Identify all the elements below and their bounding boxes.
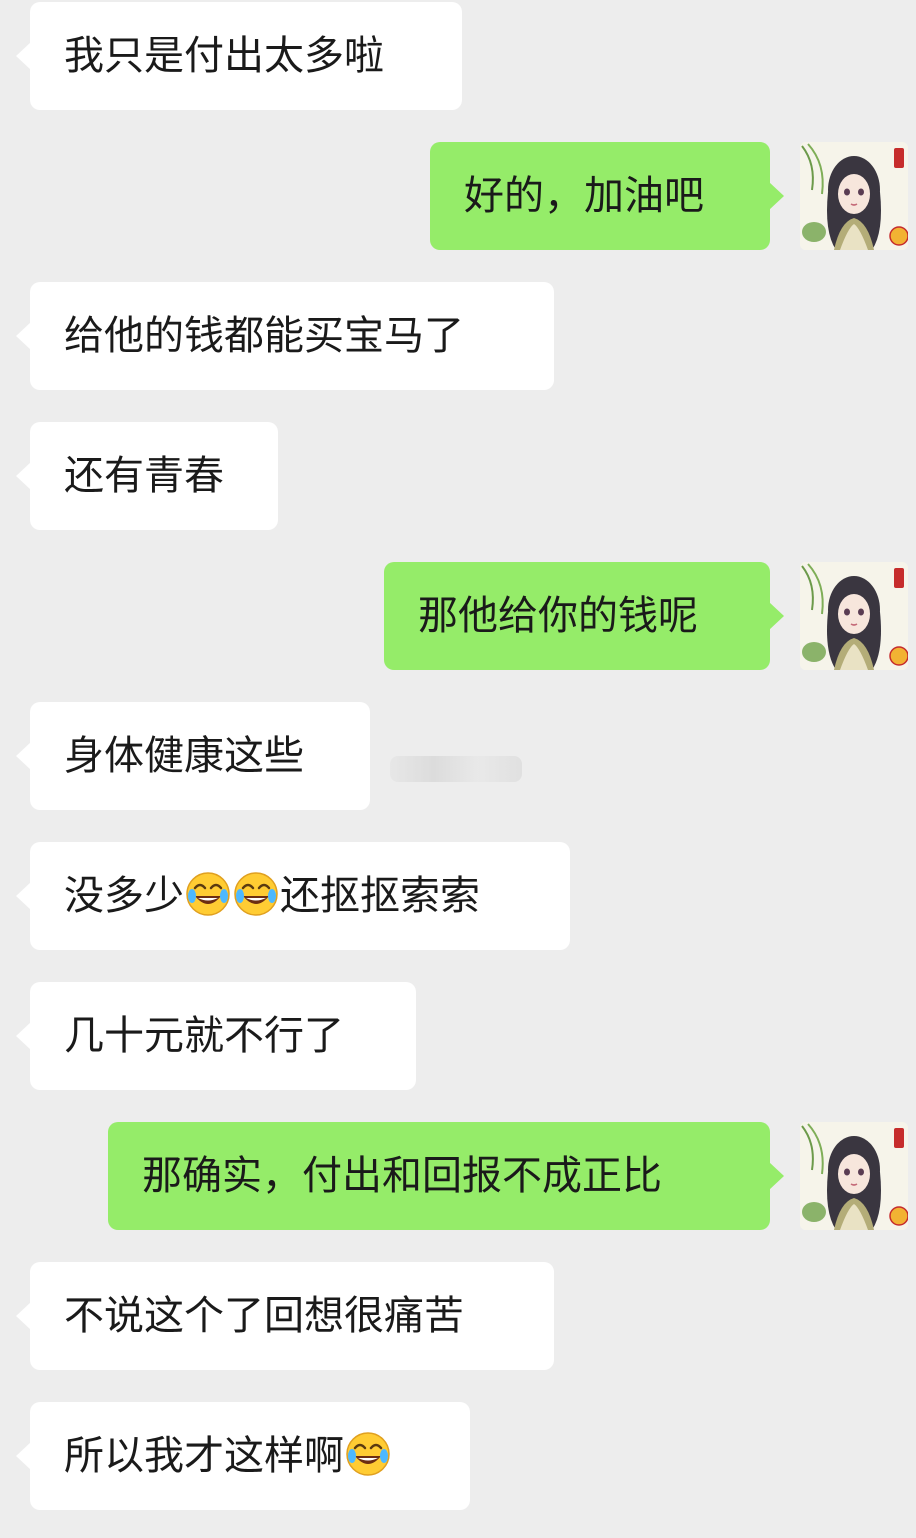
- message-text: 那他给你的钱呢: [418, 593, 698, 639]
- message-text: 给他的钱都能买宝马了: [64, 313, 464, 359]
- tears-of-joy-emoji: [186, 872, 230, 916]
- tears-of-joy-emoji: [234, 872, 278, 916]
- incoming-message-bubble[interactable]: 所以我才这样啊: [16, 1402, 470, 1510]
- message-text: 身体健康这些: [64, 733, 304, 779]
- message-text: 还有青春: [64, 453, 224, 499]
- incoming-message-bubble[interactable]: 我只是付出太多啦: [16, 2, 462, 110]
- tears-of-joy-emoji: [346, 1432, 390, 1476]
- incoming-message-bubble[interactable]: 不说这个了回想很痛苦: [16, 1262, 554, 1370]
- outgoing-message-bubble[interactable]: 那确实，付出和回报不成正比: [108, 1122, 784, 1230]
- incoming-message-bubble[interactable]: 没多少 还抠抠索索: [16, 842, 570, 950]
- message-text: 所以我才这样啊: [64, 1433, 344, 1479]
- incoming-message-bubble[interactable]: 几十元就不行了: [16, 982, 416, 1090]
- blurred-watermark: [390, 756, 522, 782]
- message-text: 好的，加油吧: [464, 173, 704, 219]
- woman-illustration-avatar[interactable]: [800, 142, 908, 250]
- message-text: 没多少: [64, 873, 184, 919]
- message-text: 几十元就不行了: [64, 1013, 344, 1059]
- message-text: 还抠抠索索: [280, 873, 480, 919]
- incoming-message-bubble[interactable]: 还有青春: [16, 422, 278, 530]
- message-text: 不说这个了回想很痛苦: [64, 1293, 464, 1339]
- incoming-message-bubble[interactable]: 身体健康这些: [16, 702, 370, 810]
- message-text: 那确实，付出和回报不成正比: [142, 1153, 662, 1199]
- incoming-message-bubble[interactable]: 给他的钱都能买宝马了: [16, 282, 554, 390]
- outgoing-message-bubble[interactable]: 好的，加油吧: [430, 142, 784, 250]
- woman-illustration-avatar[interactable]: [800, 1122, 908, 1230]
- outgoing-message-bubble[interactable]: 那他给你的钱呢: [384, 562, 784, 670]
- message-text: 我只是付出太多啦: [64, 33, 384, 79]
- woman-illustration-avatar[interactable]: [800, 562, 908, 670]
